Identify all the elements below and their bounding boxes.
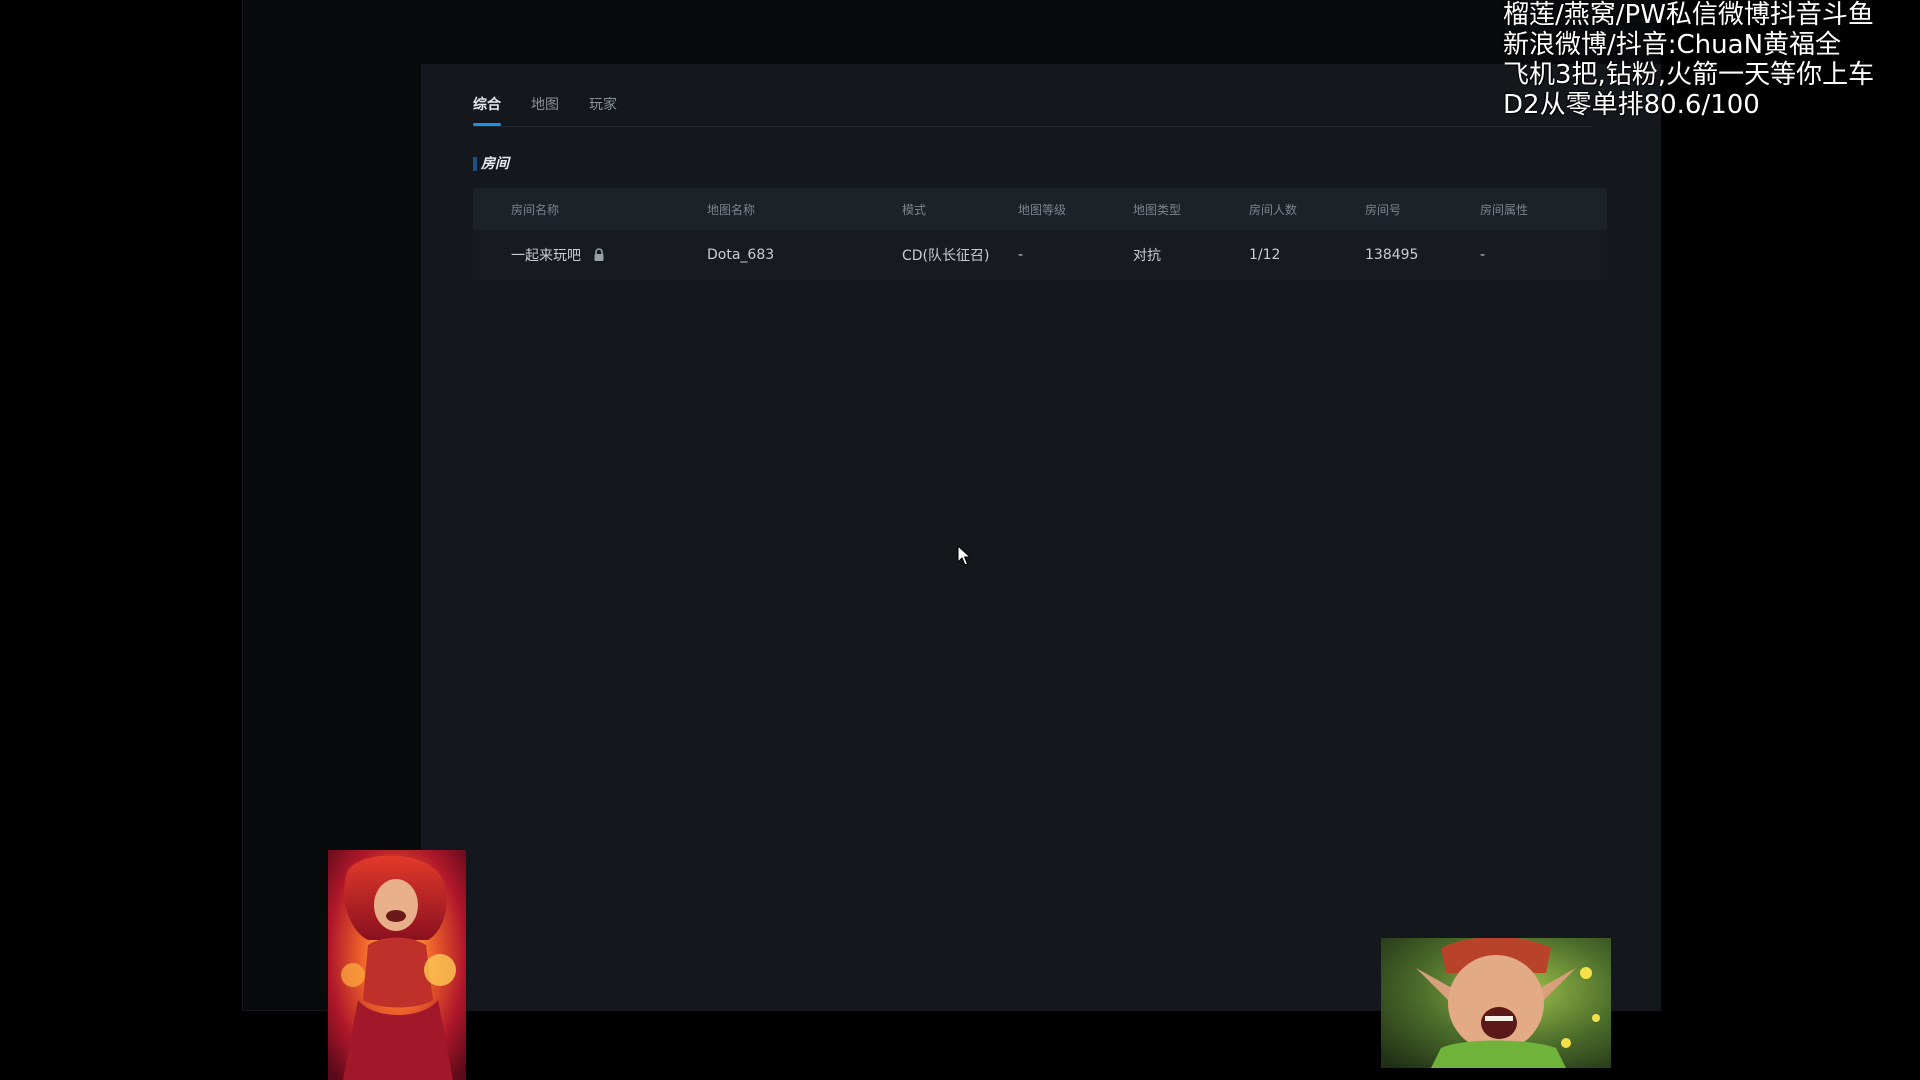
- map-level-cell: -: [1018, 247, 1024, 263]
- tab-bar: 综合 地图 玩家: [473, 95, 1593, 127]
- lobby-panel: 综合 地图 玩家 房间 房间名称 地图名称 模式 地图等级 地图类型 房间人数 …: [421, 64, 1661, 1010]
- section-title-label: 房间: [481, 156, 509, 172]
- section-title: 房间: [473, 154, 509, 174]
- room-table: 房间名称 地图名称 模式 地图等级 地图类型 房间人数 房间号 房间属性 一起来…: [473, 188, 1607, 280]
- mouse-cursor-icon: [957, 544, 972, 567]
- column-header-map-name[interactable]: 地图名称: [707, 188, 755, 230]
- overlay-line: 新浪微博/抖音:ChuaN黄福全: [1503, 30, 1842, 60]
- hero-portrait-fire: [328, 850, 466, 1080]
- tab-players[interactable]: 玩家: [589, 95, 617, 126]
- room-name: 一起来玩吧: [511, 248, 581, 264]
- column-header-map-type[interactable]: 地图类型: [1133, 188, 1181, 230]
- table-header: 房间名称 地图名称 模式 地图等级 地图类型 房间人数 房间号 房间属性: [473, 188, 1607, 230]
- mode-cell: CD(队长征召): [902, 248, 990, 264]
- column-header-mode[interactable]: 模式: [902, 188, 926, 230]
- screen: 综合 地图 玩家 房间 房间名称 地图名称 模式 地图等级 地图类型 房间人数 …: [0, 0, 1920, 1080]
- map-type-cell: 对抗: [1133, 248, 1161, 264]
- overlay-line: 榴莲/燕窝/PW私信微博抖音斗鱼: [1503, 0, 1874, 30]
- column-header-room-id[interactable]: 房间号: [1365, 188, 1401, 230]
- column-header-room-attr[interactable]: 房间属性: [1480, 188, 1528, 230]
- overlay-line: 飞机3把,钻粉,火箭一天等你上车: [1503, 60, 1875, 90]
- lock-icon: [593, 248, 605, 262]
- stream-overlay-text: 榴莲/燕窝/PW私信微博抖音斗鱼 新浪微博/抖音:ChuaN黄福全 飞机3把,钻…: [1503, 0, 1920, 120]
- overlay-line: D2从零单排80.6/100: [1503, 90, 1760, 120]
- players-cell: 1/12: [1249, 247, 1281, 263]
- table-row[interactable]: 一起来玩吧 Dota_683 CD(队长征召) - 对抗 1/12 138495…: [473, 230, 1607, 280]
- map-name-cell: Dota_683: [707, 247, 775, 263]
- section-accent-bar: [473, 157, 477, 171]
- room-attr-cell: -: [1480, 247, 1486, 263]
- column-header-players[interactable]: 房间人数: [1249, 188, 1297, 230]
- tab-maps[interactable]: 地图: [531, 95, 559, 126]
- hero-portrait-elf: [1381, 938, 1611, 1068]
- column-header-room-name[interactable]: 房间名称: [511, 188, 559, 230]
- tab-overview[interactable]: 综合: [473, 95, 501, 126]
- room-id-cell: 138495: [1365, 247, 1419, 263]
- column-header-map-level[interactable]: 地图等级: [1018, 188, 1066, 230]
- room-name-cell: 一起来玩吧: [511, 230, 605, 280]
